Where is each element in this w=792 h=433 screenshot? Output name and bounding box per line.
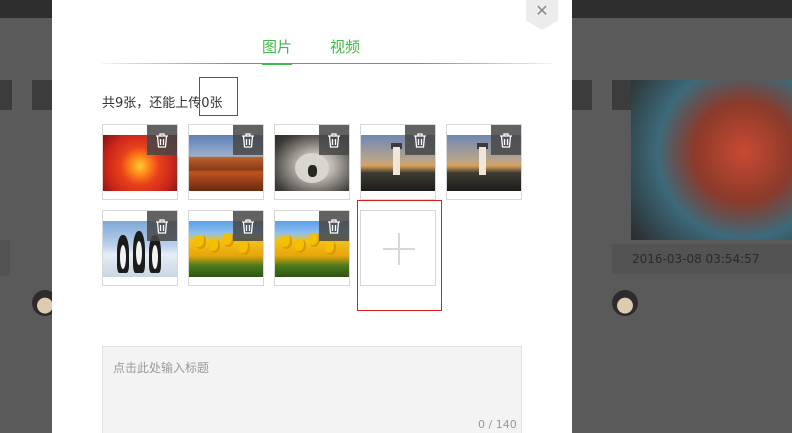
background-bar	[612, 80, 631, 110]
trash-icon	[328, 132, 340, 148]
background-bar	[32, 80, 52, 110]
image-thumbnail[interactable]	[102, 210, 178, 286]
title-input[interactable]	[102, 346, 522, 433]
background-panel	[0, 240, 10, 276]
tab-videos[interactable]: 视频	[330, 37, 360, 63]
trash-icon	[242, 218, 254, 234]
image-thumbnail[interactable]	[274, 124, 350, 200]
delete-image-button[interactable]	[319, 211, 349, 241]
image-thumbnail[interactable]	[360, 124, 436, 200]
delete-image-button[interactable]	[147, 125, 177, 155]
image-thumbnail[interactable]	[274, 210, 350, 286]
image-thumbnail[interactable]	[102, 124, 178, 200]
lighthouse-tower-shape	[393, 147, 400, 175]
delete-image-button[interactable]	[233, 211, 263, 241]
background-bar	[0, 80, 12, 110]
koala-nose-shape	[308, 165, 317, 177]
tab-divider	[102, 63, 552, 64]
tab-images[interactable]: 图片	[262, 37, 293, 65]
trash-icon	[156, 132, 168, 148]
delete-image-button[interactable]	[405, 125, 435, 155]
tulip-shape	[195, 235, 206, 249]
lighthouse-tower-shape	[479, 147, 486, 175]
delete-image-button[interactable]	[147, 211, 177, 241]
image-thumbnail[interactable]	[446, 124, 522, 200]
tulip-shape	[325, 241, 336, 255]
trash-icon	[242, 132, 254, 148]
penguin-shape	[117, 235, 129, 273]
char-counter: 0 / 140	[478, 418, 517, 431]
tulip-shape	[239, 241, 250, 255]
delete-image-button[interactable]	[491, 125, 521, 155]
delete-image-button[interactable]	[233, 125, 263, 155]
image-thumbnail[interactable]	[188, 210, 264, 286]
tulip-shape	[281, 235, 292, 249]
trash-icon	[156, 218, 168, 234]
upload-modal: 图片 视频 共9张，还能上传0张 点击此处输入标题 0 / 140	[52, 0, 572, 433]
background-timestamp: 2016-03-08 03:54:57	[612, 244, 792, 274]
close-icon[interactable]: ✕	[534, 2, 550, 20]
trash-icon	[414, 132, 426, 148]
penguin-shape	[133, 231, 145, 273]
highlight-box-add-image	[357, 200, 442, 311]
highlight-box-remaining-count	[199, 77, 238, 116]
delete-image-button[interactable]	[319, 125, 349, 155]
background-bar	[572, 80, 592, 110]
avatar	[612, 290, 638, 316]
tulip-shape	[295, 239, 306, 253]
image-thumbnail[interactable]	[188, 124, 264, 200]
background-photo	[631, 80, 792, 240]
trash-icon	[500, 132, 512, 148]
trash-icon	[328, 218, 340, 234]
tulip-shape	[209, 239, 220, 253]
